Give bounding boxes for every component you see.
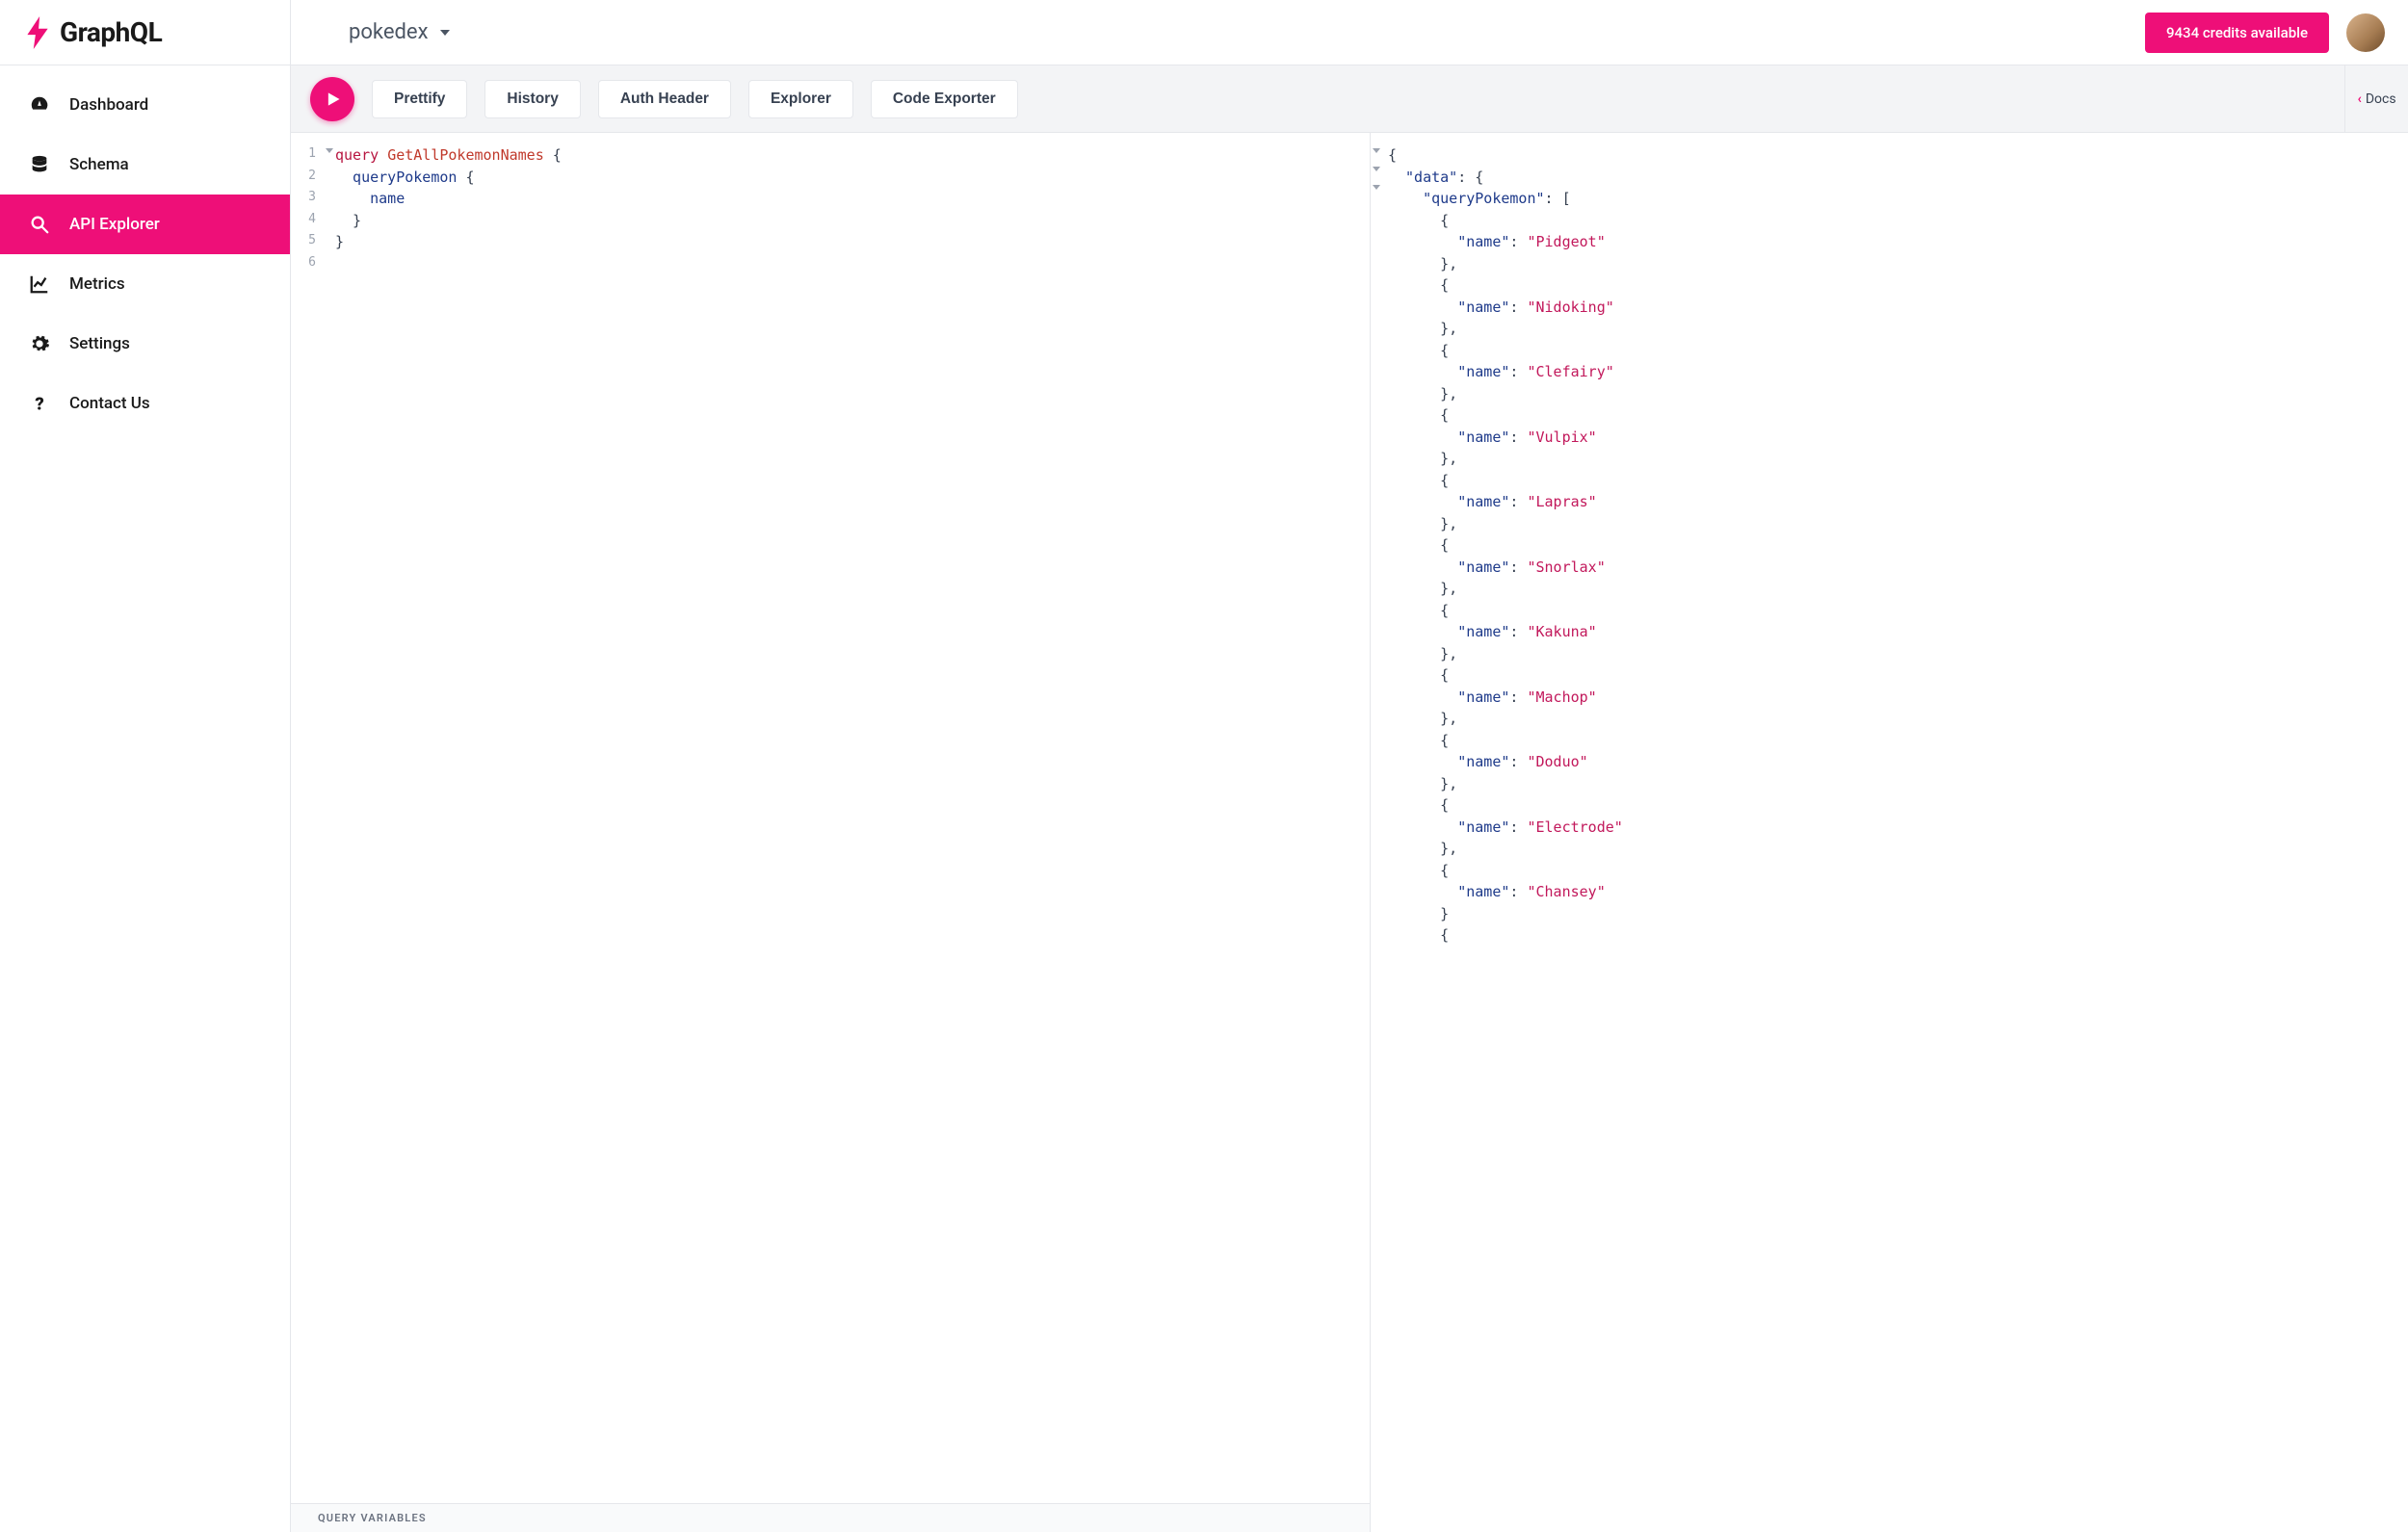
workarea: 1query GetAllPokemonNames {2 queryPokemo… xyxy=(291,133,2408,1532)
help-icon: ? xyxy=(29,393,50,414)
result-line: }, xyxy=(1388,643,2391,665)
run-button[interactable] xyxy=(310,77,354,121)
result-line: }, xyxy=(1388,318,2391,340)
sidebar-item-settings[interactable]: Settings xyxy=(0,314,290,374)
fold-caret-icon[interactable] xyxy=(326,148,333,153)
sidebar-item-label: Dashboard xyxy=(69,95,148,115)
result-line: { xyxy=(1388,210,2391,232)
prettify-button[interactable]: Prettify xyxy=(372,80,467,118)
result-line: { xyxy=(1388,600,2391,622)
result-line: "name": "Snorlax" xyxy=(1388,557,2391,579)
query-editor-pane: 1query GetAllPokemonNames {2 queryPokemo… xyxy=(291,133,1371,1532)
history-button[interactable]: History xyxy=(484,80,580,118)
caret-down-icon xyxy=(440,30,450,36)
chevron-left-icon: ‹ xyxy=(2357,91,2361,107)
result-line: }, xyxy=(1388,448,2391,470)
docs-panel-toggle[interactable]: ‹ Docs xyxy=(2344,65,2408,132)
avatar[interactable] xyxy=(2346,13,2385,52)
code-line: 2 queryPokemon { xyxy=(291,167,1370,189)
dataset-name: pokedex xyxy=(349,20,429,44)
result-line: "name": "Vulpix" xyxy=(1388,427,2391,449)
gears-icon xyxy=(29,333,50,354)
result-line: }, xyxy=(1388,708,2391,730)
sidebar-item-api-explorer[interactable]: API Explorer xyxy=(0,195,290,254)
result-line: "name": "Clefairy" xyxy=(1388,361,2391,383)
result-line: { xyxy=(1388,144,2391,167)
result-line: }, xyxy=(1388,253,2391,275)
result-line: { xyxy=(1388,534,2391,557)
result-line: }, xyxy=(1388,513,2391,535)
result-line: { xyxy=(1388,730,2391,752)
topbar: pokedex 9434 credits available xyxy=(291,0,2408,65)
code-line: 5} xyxy=(291,231,1370,253)
result-line: } xyxy=(1388,903,2391,925)
result-line: "name": "Machop" xyxy=(1388,687,2391,709)
result-line: { xyxy=(1388,404,2391,427)
toolbar: Prettify History Auth Header Explorer Co… xyxy=(291,65,2408,133)
svg-text:?: ? xyxy=(35,394,43,414)
dashboard-icon xyxy=(29,94,50,116)
sidebar-item-metrics[interactable]: Metrics xyxy=(0,254,290,314)
sidebar-item-label: Settings xyxy=(69,334,130,353)
auth-header-button[interactable]: Auth Header xyxy=(598,80,731,118)
result-line: { xyxy=(1388,794,2391,817)
query-variables-toggle[interactable]: QUERY VARIABLES xyxy=(291,1503,1370,1532)
result-line: }, xyxy=(1388,838,2391,860)
sidebar-item-schema[interactable]: Schema xyxy=(0,135,290,195)
result-line: "name": "Electrode" xyxy=(1388,817,2391,839)
result-line: { xyxy=(1388,340,2391,362)
chart-icon xyxy=(29,273,50,295)
result-line: { xyxy=(1388,470,2391,492)
result-line: "data": { xyxy=(1388,167,2391,189)
result-line: "name": "Lapras" xyxy=(1388,491,2391,513)
result-pane: { "data": { "queryPokemon": [ { "name": … xyxy=(1371,133,2408,1532)
sidebar-item-dashboard[interactable]: Dashboard xyxy=(0,75,290,135)
code-line: 1query GetAllPokemonNames { xyxy=(291,144,1370,167)
search-icon xyxy=(29,214,50,235)
query-editor[interactable]: 1query GetAllPokemonNames {2 queryPokemo… xyxy=(291,133,1370,1503)
code-exporter-button[interactable]: Code Exporter xyxy=(871,80,1018,118)
result-line: "name": "Doduo" xyxy=(1388,751,2391,773)
result-line: }, xyxy=(1388,773,2391,795)
sidebar-item-label: API Explorer xyxy=(69,215,160,234)
docs-label: Docs xyxy=(2366,91,2396,107)
sidebar-item-contact-us[interactable]: ? Contact Us xyxy=(0,374,290,433)
brand-wordmark: GraphQL xyxy=(60,16,162,48)
sidebar-item-label: Schema xyxy=(69,155,129,174)
explorer-button[interactable]: Explorer xyxy=(748,80,853,118)
credits-button[interactable]: 9434 credits available xyxy=(2145,13,2329,53)
sidebar: GraphQL Dashboard Schema API Explorer Metri… xyxy=(0,0,291,1532)
result-line: { xyxy=(1388,274,2391,297)
result-line: { xyxy=(1388,664,2391,687)
result-line: }, xyxy=(1388,383,2391,405)
sidebar-item-label: Metrics xyxy=(69,274,125,294)
database-icon xyxy=(29,154,50,175)
result-viewer[interactable]: { "data": { "queryPokemon": [ { "name": … xyxy=(1371,133,2408,1532)
sidebar-nav: Dashboard Schema API Explorer Metrics Settin… xyxy=(0,65,290,433)
code-line: 3 name xyxy=(291,188,1370,210)
result-line: "name": "Pidgeot" xyxy=(1388,231,2391,253)
result-line: { xyxy=(1388,924,2391,947)
result-line: "name": "Nidoking" xyxy=(1388,297,2391,319)
bolt-icon xyxy=(25,16,50,49)
code-line: 4 } xyxy=(291,210,1370,232)
dataset-picker[interactable]: pokedex xyxy=(349,20,450,44)
result-line: "queryPokemon": [ xyxy=(1388,188,2391,210)
play-icon xyxy=(323,90,342,109)
sidebar-item-label: Contact Us xyxy=(69,394,150,413)
result-line: "name": "Chansey" xyxy=(1388,881,2391,903)
code-line: 6 xyxy=(291,253,1370,273)
result-line: "name": "Kakuna" xyxy=(1388,621,2391,643)
result-line: { xyxy=(1388,860,2391,882)
brand-logo: GraphQL xyxy=(0,0,290,65)
result-line: }, xyxy=(1388,578,2391,600)
result-fold-gutter xyxy=(1373,144,1380,194)
